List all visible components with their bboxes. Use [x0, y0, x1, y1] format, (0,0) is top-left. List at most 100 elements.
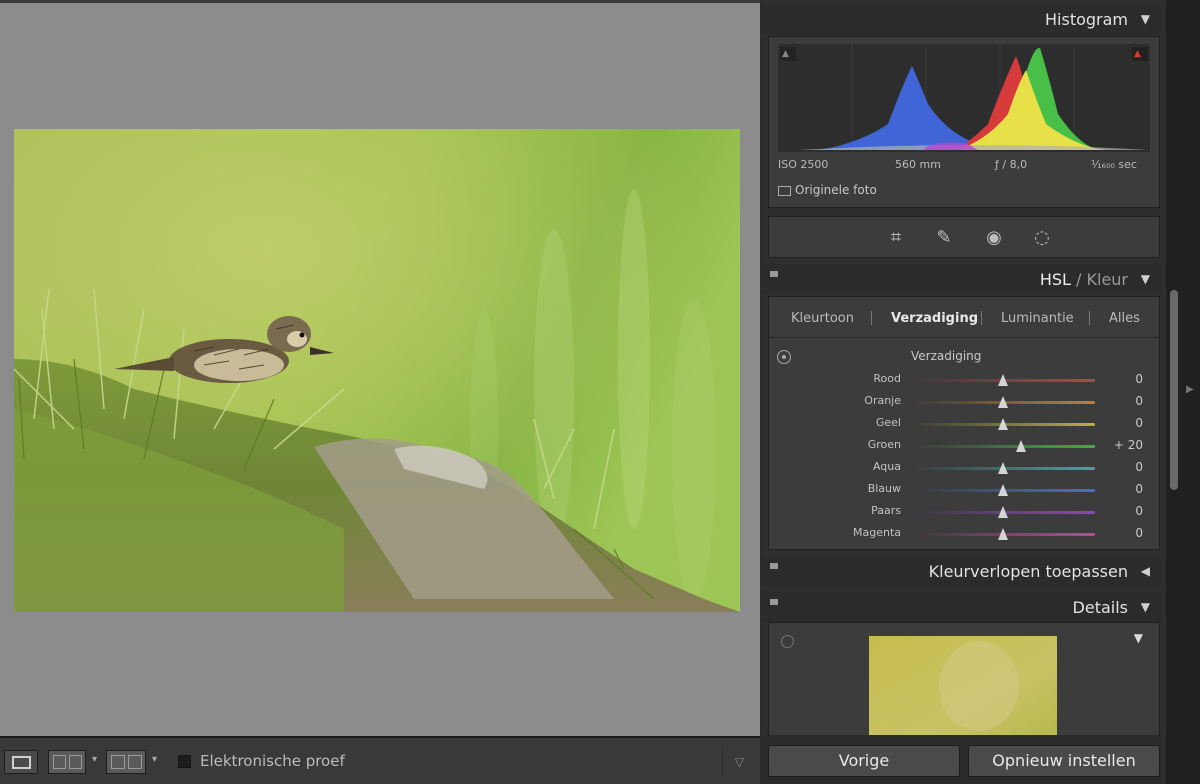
develop-panel: Histogram ▼ ▲ ▲ ISO 2500 560 mm ƒ / 8,0 … [762, 0, 1166, 784]
highlight-clipping-toggle[interactable]: ▲ [1132, 47, 1148, 61]
chevron-down-icon: ▽ [734, 755, 745, 769]
slider-thumb[interactable] [998, 484, 1008, 496]
color-mode-label[interactable]: Kleur [1087, 270, 1129, 289]
collapse-triangle-icon[interactable]: ▼ [1141, 600, 1150, 614]
slider-value[interactable]: + 20 [1114, 438, 1143, 452]
red-eye-icon[interactable]: ◉ [981, 225, 1007, 251]
tab-saturation[interactable]: Verzadiging [891, 311, 978, 326]
before-after-top-bottom-button[interactable] [106, 750, 146, 774]
triangle-icon: ▲ [1134, 49, 1141, 59]
loupe-view-button[interactable] [4, 750, 38, 774]
masking-icon[interactable]: ◌ [1029, 225, 1055, 251]
panel-grip-icon[interactable] [770, 563, 778, 569]
tab-separator [871, 311, 872, 325]
slider-thumb[interactable] [1016, 440, 1027, 452]
slider-row: Magenta 0 [769, 523, 1159, 545]
bottom-toolbar: ▾ ▾ Elektronische proef ▽ [0, 736, 760, 784]
after-icon [128, 755, 142, 769]
slider-row: Paars 0 [769, 501, 1159, 523]
slider-row: Groen + 20 [769, 435, 1159, 457]
slider-row: Aqua 0 [769, 457, 1159, 479]
slider-value[interactable]: 0 [1135, 372, 1143, 386]
tab-all[interactable]: Alles [1109, 311, 1140, 326]
slider-thumb[interactable] [998, 374, 1008, 386]
slider-value[interactable]: 0 [1135, 504, 1143, 518]
slider-row: Rood 0 [769, 369, 1159, 391]
divider [769, 337, 1159, 338]
details-panel: ▼ [768, 622, 1160, 740]
focal-length-readout: 560 mm [895, 158, 941, 171]
toolbar-menu-button[interactable]: ▽ [722, 748, 756, 776]
iso-readout: ISO 2500 [778, 158, 829, 171]
after-icon [69, 755, 82, 769]
histogram-panel: ▲ ▲ ISO 2500 560 mm ƒ / 8,0 ¹⁄₁₆₀₀ sec O… [768, 36, 1160, 208]
target-adjust-icon[interactable] [777, 350, 791, 364]
slider-label: Oranje [864, 394, 901, 407]
photo-preview[interactable] [14, 129, 740, 612]
original-photo-checkbox[interactable] [778, 186, 791, 196]
tool-strip: ⌗ ✎ ◉ ◌ [768, 216, 1160, 258]
slider-thumb[interactable] [998, 506, 1008, 518]
slider-row: Geel 0 [769, 413, 1159, 435]
detail-zoom-toggle-icon[interactable]: ▼ [1134, 631, 1143, 645]
hsl-title: HSL / Kleur [1040, 270, 1128, 289]
tab-separator [1089, 311, 1090, 325]
shadow-clipping-toggle[interactable]: ▲ [780, 47, 796, 61]
slider-value[interactable]: 0 [1135, 394, 1143, 408]
collapse-panel-icon[interactable]: ▶ [1186, 384, 1194, 395]
before-icon [111, 755, 125, 769]
histogram-title: Histogram [1045, 10, 1128, 29]
slider-thumb[interactable] [998, 418, 1008, 430]
healing-icon[interactable]: ✎ [931, 225, 957, 251]
slider-label: Rood [873, 372, 901, 385]
detail-preview[interactable] [869, 636, 1057, 739]
slider-label: Aqua [872, 460, 901, 473]
panel-grip-icon[interactable] [770, 271, 778, 277]
histogram-header[interactable]: Histogram ▼ [762, 4, 1162, 34]
tab-separator [981, 311, 982, 325]
histogram-graph: ▲ ▲ [778, 44, 1150, 152]
previous-button[interactable]: Vorige [768, 745, 960, 777]
slider-value[interactable]: 0 [1135, 526, 1143, 540]
chevron-down-icon[interactable]: ▾ [92, 754, 97, 765]
single-view-icon [12, 756, 31, 769]
slider-value[interactable]: 0 [1135, 416, 1143, 430]
soft-proof-label: Elektronische proef [200, 752, 345, 770]
hsl-header[interactable]: HSL / Kleur ▼ [762, 264, 1162, 294]
soft-proof-checkbox[interactable] [178, 755, 191, 768]
slider-value[interactable]: 0 [1135, 482, 1143, 496]
slider-thumb[interactable] [998, 396, 1008, 408]
before-icon [53, 755, 66, 769]
crop-icon[interactable]: ⌗ [883, 225, 909, 251]
panel-scrollbar[interactable] [1170, 290, 1178, 490]
slider-thumb[interactable] [998, 462, 1008, 474]
triangle-icon: ▲ [782, 49, 789, 59]
hsl-panel: Kleurtoon Verzadiging Luminantie Alles V… [768, 296, 1160, 550]
collapse-triangle-icon[interactable]: ▼ [1141, 12, 1150, 26]
slider-row: Blauw 0 [769, 479, 1159, 501]
slider-label: Groen [867, 438, 901, 451]
slider-track[interactable] [911, 445, 1095, 448]
expand-triangle-icon[interactable]: ◀ [1141, 564, 1150, 578]
details-header[interactable]: Details ▼ [762, 592, 1162, 622]
before-after-left-right-button[interactable] [48, 750, 86, 774]
saturation-section-label: Verzadiging [911, 349, 982, 363]
bird-photo [14, 129, 740, 612]
slider-value[interactable]: 0 [1135, 460, 1143, 474]
slider-label: Geel [875, 416, 901, 429]
tab-luminance[interactable]: Luminantie [1001, 311, 1074, 326]
collapse-triangle-icon[interactable]: ▼ [1141, 272, 1150, 286]
color-grading-header[interactable]: Kleurverlopen toepassen ◀ [762, 556, 1162, 586]
tab-hue[interactable]: Kleurtoon [791, 311, 854, 326]
slider-label: Blauw [867, 482, 901, 495]
target-adjust-icon[interactable] [781, 635, 794, 648]
aperture-readout: ƒ / 8,0 [995, 158, 1028, 171]
slider-thumb[interactable] [998, 528, 1008, 540]
chevron-down-icon[interactable]: ▾ [152, 754, 157, 765]
panel-grip-icon[interactable] [770, 599, 778, 605]
hsl-mode-label[interactable]: HSL [1040, 270, 1071, 289]
slider-row: Oranje 0 [769, 391, 1159, 413]
slider-label: Magenta [852, 526, 901, 539]
reset-button[interactable]: Opnieuw instellen [968, 745, 1160, 777]
shutter-readout: ¹⁄₁₆₀₀ sec [1091, 158, 1137, 171]
